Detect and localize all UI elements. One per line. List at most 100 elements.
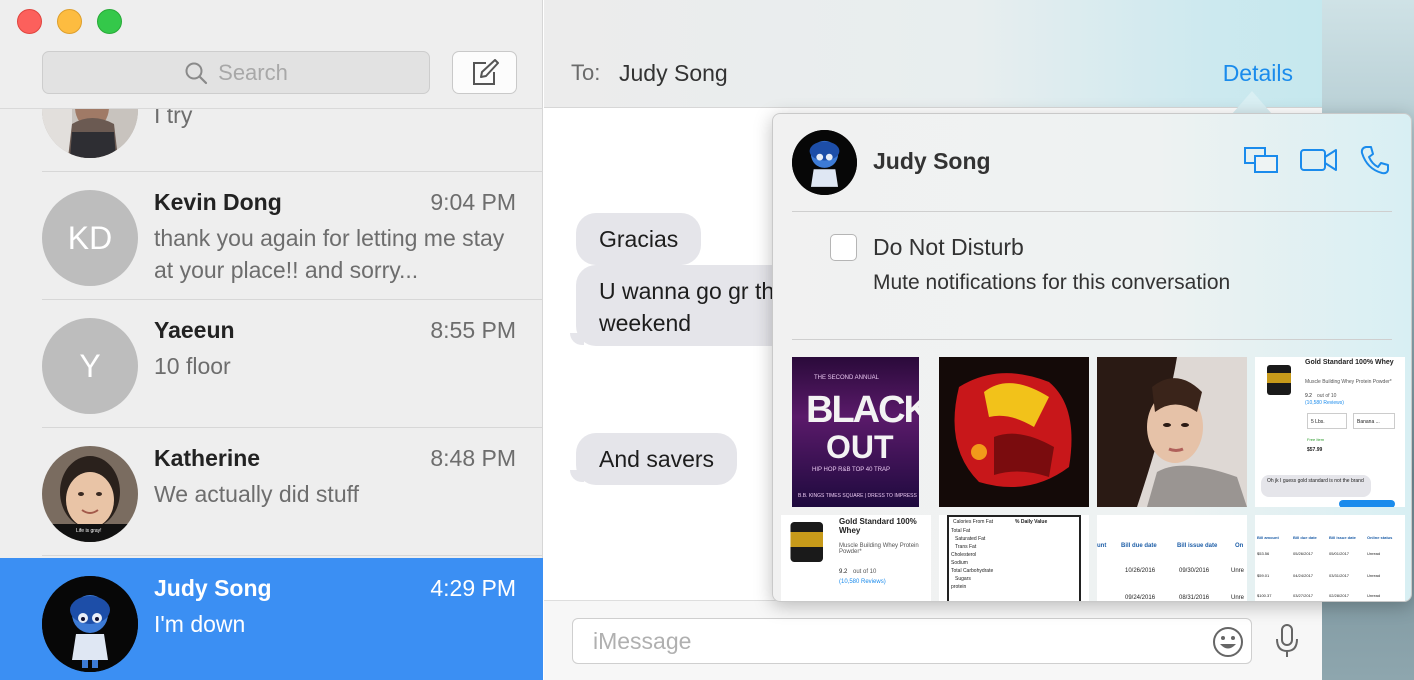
popover-arrow <box>1232 91 1272 114</box>
thumb-text: Sodium <box>951 560 968 566</box>
thumb-text: Total Carbohydrate <box>951 568 994 574</box>
thumb-text: out of 10 <box>853 569 877 575</box>
minimize-window-button[interactable] <box>57 9 82 34</box>
thumb-text: 04/24/2017 <box>1293 573 1314 578</box>
thumb-text: Muscle Building Whey Protein Powder* <box>1305 379 1392 385</box>
conversation-item[interactable]: I try <box>0 109 543 172</box>
thumb-text: Total Fat <box>951 528 971 534</box>
thumb-text: 05/01/2017 <box>1329 551 1350 556</box>
thumb-text: 08/31/2016 <box>1179 595 1210 601</box>
imessage-input[interactable]: iMessage <box>572 618 1252 664</box>
message-bubble: Gracias <box>576 213 702 265</box>
avatar-caption: Life is gray! <box>76 528 102 534</box>
compose-icon <box>472 58 499 85</box>
conversation-preview: 10 floor <box>154 353 231 379</box>
attachment-thumbnail[interactable]: % Daily Value Calories From Fat Total Fa… <box>939 515 1089 601</box>
sidebar: Search I try KD Kevin Dong 9:04 PM thank… <box>0 0 543 680</box>
popover-divider <box>792 339 1392 340</box>
attachment-thumbnail[interactable]: Bill amount Bill due date Bill issue dat… <box>1255 515 1405 601</box>
screen-share-icon[interactable] <box>1243 145 1279 175</box>
imessage-placeholder: iMessage <box>593 628 692 654</box>
thumb-text: (10,580 Reviews) <box>1305 400 1344 406</box>
conversation-time: 9:04 PM <box>430 189 516 215</box>
close-window-button[interactable] <box>17 9 42 34</box>
bubble-tail <box>570 333 584 345</box>
thumb-text: On <box>1235 543 1244 549</box>
attachment-thumbnail[interactable]: unt Bill due date Bill issue date On 10/… <box>1097 515 1247 601</box>
conversation-preview: I'm down <box>154 611 246 637</box>
thumb-text: protein <box>951 584 967 590</box>
avatar <box>42 576 138 672</box>
thumb-text: $57.99 <box>1307 447 1323 453</box>
thumb-text: Unre <box>1231 595 1245 601</box>
thumb-text: Bill issue date <box>1177 543 1218 549</box>
thumb-text: Trans Fat <box>955 544 977 550</box>
thumb-text: B.B. KINGS TIMES SQUARE | DRESS TO IMPRE… <box>798 493 917 499</box>
conversation-item[interactable]: Y Yaeeun 8:55 PM 10 floor <box>0 300 543 428</box>
do-not-disturb-checkbox[interactable] <box>830 234 857 261</box>
thumb-text: Unread <box>1367 573 1381 578</box>
attachment-thumbnail[interactable] <box>1097 357 1247 507</box>
avatar <box>792 130 857 195</box>
thumb-text: BLACK <box>806 389 919 431</box>
conversation-name: Katherine <box>154 445 261 471</box>
attachment-thumbnail[interactable]: Gold Standard 100% Whey Muscle Building … <box>781 515 931 601</box>
thumb-text: 03/27/2017 <box>1293 593 1314 598</box>
composer-bar: iMessage <box>544 600 1322 680</box>
thumb-text: Bill due date <box>1293 535 1317 540</box>
thumb-text: Free Item <box>1307 437 1325 442</box>
thumb-text: (10,580 Reviews) <box>839 579 886 585</box>
conversation-preview: We actually did stuff <box>154 481 359 507</box>
details-button[interactable]: Details <box>1223 60 1293 87</box>
thumb-text: $59.01 <box>1257 573 1270 578</box>
thumb-text: Gold Standard 100% Whey <box>839 517 917 535</box>
compose-button[interactable] <box>452 51 517 94</box>
thumb-text: 03/31/2017 <box>1329 573 1350 578</box>
thumb-text: Unread <box>1367 551 1381 556</box>
thumb-text: Oh jk I guess gold standard is not the b… <box>1267 478 1364 484</box>
phone-icon[interactable] <box>1359 144 1391 176</box>
video-icon[interactable] <box>1299 146 1339 174</box>
thumb-text: Calories From Fat <box>953 519 994 525</box>
details-contact-name: Judy Song <box>873 148 991 174</box>
thumb-text: $53.56 <box>1257 551 1270 556</box>
popover-divider <box>792 211 1392 212</box>
thumb-text: Bill amount <box>1257 535 1279 540</box>
conversation-time: 8:48 PM <box>430 445 516 471</box>
search-icon <box>185 62 208 84</box>
conversation-preview: thank you again for letting me stay at y… <box>154 225 505 283</box>
maximize-window-button[interactable] <box>97 9 122 34</box>
attachment-thumbnail[interactable]: Gold Standard 100% Whey Muscle Building … <box>1255 357 1405 507</box>
attachment-thumbnail[interactable]: THE SECOND ANNUAL BLACK OUT HIP HOP R&B … <box>792 357 919 507</box>
conversation-list: I try KD Kevin Dong 9:04 PM thank you ag… <box>0 109 543 680</box>
details-popover: Judy Song Do Not Disturb Mute notificati… <box>772 113 1412 602</box>
thumb-text: Online status <box>1367 535 1393 540</box>
thumb-text: out of 10 <box>1317 393 1337 399</box>
thumb-text: THE SECOND ANNUAL <box>814 375 880 381</box>
thumb-text: Sugars <box>955 576 971 582</box>
thumb-text: 9.2 <box>1305 393 1312 399</box>
thumb-text: Unre <box>1231 568 1245 574</box>
thumb-text: Gold Standard 100% Whey <box>1305 359 1394 366</box>
conversation-item[interactable]: Life is gray! Katherine 8:48 PM We actua… <box>0 428 543 556</box>
conversation-item-selected[interactable]: Judy Song 4:29 PM I'm down <box>0 558 543 680</box>
thumb-text: HIP HOP R&B TOP 40 TRAP <box>812 467 891 473</box>
thumb-text: unt <box>1097 543 1107 549</box>
thumb-text: Muscle Building Whey Protein Powder* <box>839 543 919 555</box>
thumb-text: Bill due date <box>1121 543 1157 549</box>
conversation-name: Yaeeun <box>154 317 235 343</box>
search-placeholder: Search <box>218 59 288 85</box>
avatar: KD <box>42 190 138 286</box>
conversation-item[interactable]: KD Kevin Dong 9:04 PM thank you again fo… <box>0 172 543 300</box>
recipient-name[interactable]: Judy Song <box>619 60 728 87</box>
search-input[interactable]: Search <box>42 51 430 94</box>
emoji-icon[interactable] <box>1211 625 1245 659</box>
conversation-separator <box>42 555 543 556</box>
do-not-disturb-label: Do Not Disturb <box>873 234 1024 260</box>
conversation-name: Kevin Dong <box>154 189 282 215</box>
attachment-thumbnail[interactable] <box>939 357 1089 507</box>
avatar: Y <box>42 318 138 414</box>
microphone-icon[interactable] <box>1274 623 1300 659</box>
conversation-preview: I try <box>154 109 193 128</box>
thumb-text: 09/30/2016 <box>1179 568 1210 574</box>
